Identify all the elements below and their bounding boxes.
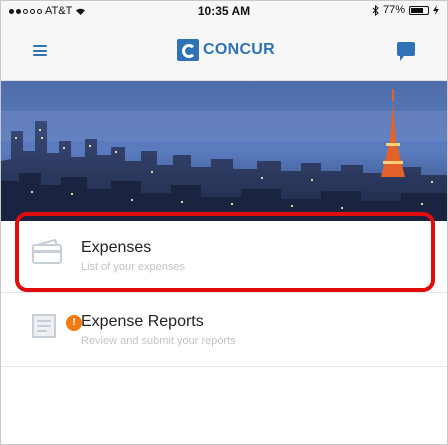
list-item-expenses[interactable]: Expenses List of your expenses [1,219,447,293]
expense-reports-subtitle: Review and submit your reports [81,335,236,347]
menu-icon[interactable] [33,45,47,56]
bluetooth-icon [372,4,379,16]
battery-icon [409,5,429,15]
concur-logo: CONCUR [177,39,275,61]
chat-icon[interactable] [397,42,415,61]
charging-icon [433,5,439,15]
status-bar: AT&T 10:35 AM 77% [1,1,447,21]
credit-card-icon [32,239,62,264]
notification-badge: ! [66,315,82,331]
app-screen: AT&T 10:35 AM 77% CONCUR Expenses List o… [0,0,448,445]
concur-logo-icon [177,39,199,61]
expense-reports-title: Expense Reports [81,313,204,330]
expenses-title: Expenses [81,239,152,256]
logo-text: CONCUR [203,41,276,58]
expenses-subtitle: List of your expenses [81,261,185,273]
report-icon [32,314,56,338]
hero-city-image [1,81,447,221]
status-right: 77% [372,4,439,16]
list-item-expense-reports[interactable]: ! Expense Reports Review and submit your… [1,293,447,367]
battery-percent: 77% [382,4,405,16]
main-menu-list: Expenses List of your expenses ! Expense… [1,219,447,367]
city-skyline-illustration [1,81,447,221]
nav-bar: CONCUR [1,21,447,81]
battery-level [411,7,424,13]
